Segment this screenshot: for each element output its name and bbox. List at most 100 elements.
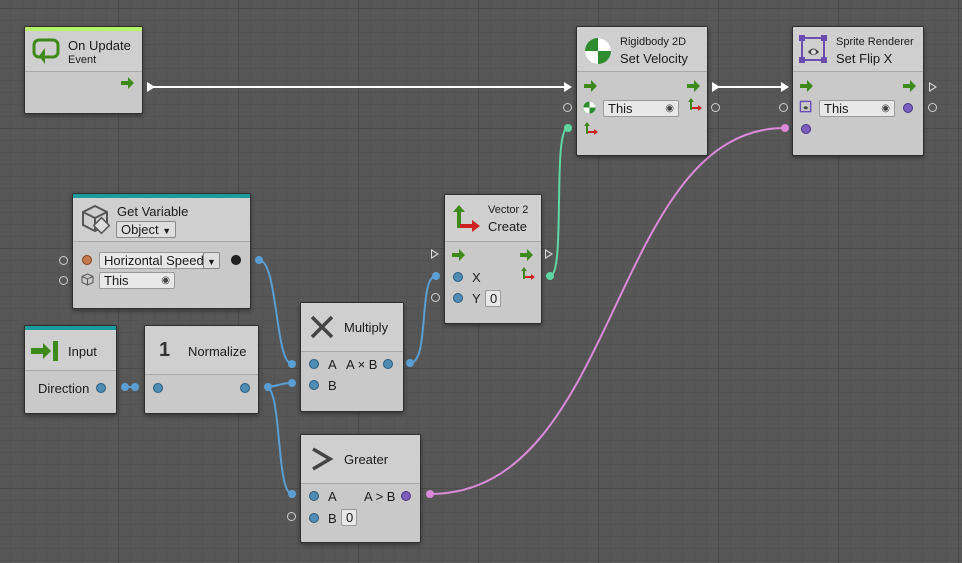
sprite-renderer-small-icon [799,100,813,119]
vector2-control-out-arrow[interactable] [520,248,534,266]
variable-name-value: Horizontal Speed [104,253,204,268]
multiply-node[interactable]: Multiply A A × B B [300,302,404,412]
object-picker-icon[interactable]: ◉ [161,273,170,288]
variable-kind-dropdown[interactable]: Object ▼ [116,221,177,238]
vector2-title: Create [488,219,528,234]
direction-output-port[interactable] [96,383,106,393]
vector2-category: Vector 2 [488,204,529,216]
wire-multiply-to-vector-x [409,275,437,364]
set-velocity-control-in-port[interactable] [564,82,572,92]
variable-name-dropdown[interactable]: ▼ [203,252,220,269]
set-velocity-target-hollow-port[interactable] [563,103,572,112]
vector2-y-port[interactable] [453,293,463,303]
on-update-icon [31,36,61,71]
wire-variable-to-multiply-a [258,259,293,365]
get-variable-title: Get Variable [117,204,189,219]
velocity-output-icon [687,98,703,117]
greater-node[interactable]: Greater A A > B B 0 [300,434,421,543]
vector2-y-value: 0 [490,291,498,306]
variable-kind-value: Object [121,222,159,237]
set-velocity-target-field[interactable]: This ◉ [603,100,679,117]
target-input-hollow-port[interactable] [59,276,68,285]
sprite-renderer-icon [799,35,829,70]
variable-target-value: This [104,273,129,288]
set-flip-x-node[interactable]: Sprite Renderer Set Flip X This ◉ [792,26,924,156]
set-velocity-control-out-port[interactable] [712,82,720,92]
multiply-output-port[interactable] [383,359,393,369]
set-flip-x-target-hollow-port[interactable] [779,103,788,112]
vector2-x-port[interactable] [453,272,463,282]
chevron-down-icon: ▼ [207,257,216,267]
multiply-header: Multiply [301,303,403,352]
on-update-control-out-port[interactable] [147,82,155,92]
normalize-node[interactable]: 1 Normalize [144,325,259,414]
greater-b-label: B [328,511,337,526]
greater-title: Greater [344,452,389,467]
greater-icon [310,446,334,477]
object-picker-icon[interactable]: ◉ [665,101,674,116]
vector2-control-out-port[interactable] [545,249,553,259]
velocity-input-icon [583,122,599,141]
input-header: Input [25,330,116,371]
normalize-title: Normalize [188,344,247,359]
set-flip-x-title: Set Flip X [836,51,893,66]
multiply-a-label: A [328,357,337,372]
on-update-title: On Update [68,38,131,53]
input-icon [31,340,61,367]
set-velocity-header: Rigidbody 2D Set Velocity [577,27,707,72]
object-picker-icon[interactable]: ◉ [881,101,890,116]
get-variable-node[interactable]: Get Variable Object ▼ Horizontal Speed ▼… [72,193,251,309]
set-velocity-title: Set Velocity [620,51,688,66]
wire-normalize-to-multiply-b [265,382,293,388]
vector2-y-value-field[interactable]: 0 [485,290,501,307]
multiply-b-port[interactable] [309,380,319,390]
set-flip-x-control-out-arrow[interactable] [903,79,917,97]
flip-x-value-port[interactable] [801,124,811,134]
set-velocity-control-in-arrow[interactable] [584,79,598,97]
greater-output-port[interactable] [401,491,411,501]
name-input-hollow-port[interactable] [59,256,68,265]
set-flip-x-control-in-port[interactable] [781,82,789,92]
set-flip-x-control-in-arrow[interactable] [800,79,814,97]
value-output-port[interactable] [231,255,241,265]
rigidbody-small-icon [583,101,596,119]
set-flip-x-target-value: This [824,101,849,116]
vector2-output-icon [520,267,536,286]
greater-b-value-field[interactable]: 0 [341,509,357,526]
name-port[interactable] [82,255,92,265]
set-flip-x-target-field[interactable]: This ◉ [819,100,895,117]
set-velocity-out-hollow-port[interactable] [711,103,720,112]
normalize-header: 1 Normalize [145,326,258,375]
normalize-input-port[interactable] [153,383,163,393]
set-velocity-target-value: This [608,101,633,116]
vector2-create-node[interactable]: Vector 2 Create X Y 0 [444,194,542,324]
rigidbody-icon [584,37,612,70]
set-flip-x-output-port[interactable] [903,103,913,113]
on-update-header: On Update Event [25,31,142,72]
control-output-arrow[interactable] [121,76,135,94]
greater-b-port[interactable] [309,513,319,523]
input-node[interactable]: Input Direction [24,325,117,414]
set-velocity-node[interactable]: Rigidbody 2D Set Velocity This ◉ [576,26,708,156]
vector2-control-in-arrow[interactable] [452,248,466,266]
set-flip-x-header: Sprite Renderer Set Flip X [793,27,923,72]
variable-name-field[interactable]: Horizontal Speed [99,252,213,269]
multiply-a-port[interactable] [309,359,319,369]
input-title: Input [68,344,97,359]
set-flip-x-category: Sprite Renderer [836,36,914,48]
set-velocity-control-out-arrow[interactable] [687,79,701,97]
on-update-node[interactable]: On Update Event [24,26,143,114]
normalize-output-port[interactable] [240,383,250,393]
normalize-icon: 1 [159,339,171,361]
greater-a-label: A [328,489,337,504]
greater-header: Greater [301,435,420,484]
greater-a-port[interactable] [309,491,319,501]
set-flip-x-control-out-port[interactable] [929,82,937,92]
set-flip-x-out-hollow-port[interactable] [928,103,937,112]
multiply-output-label: A × B [346,357,378,372]
greater-b-hollow-port[interactable] [287,512,296,521]
variable-target-field[interactable]: This ◉ [99,272,175,289]
vector2-control-in-port[interactable] [431,249,439,259]
multiply-icon [309,314,335,345]
vector2-y-hollow-port[interactable] [431,293,440,302]
